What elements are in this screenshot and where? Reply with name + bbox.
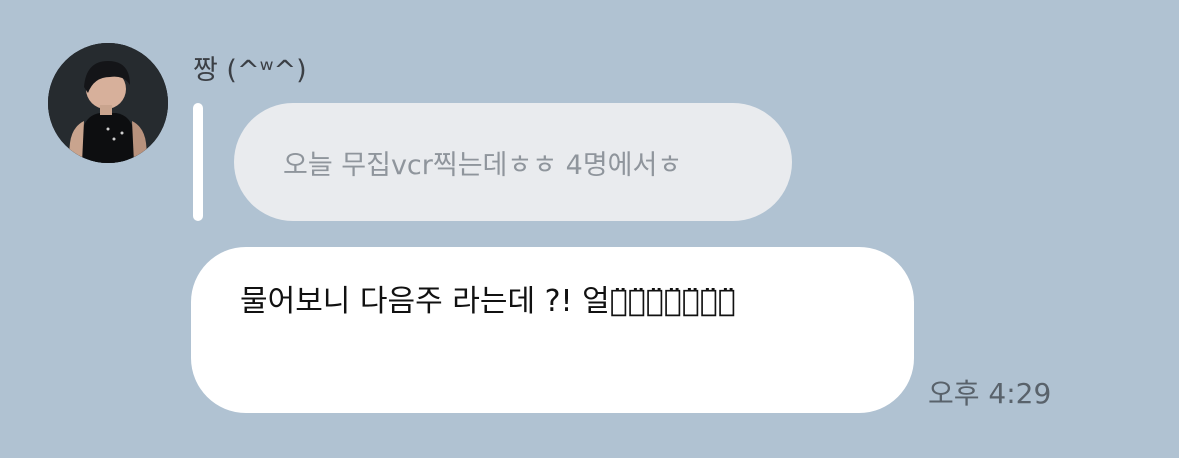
message-timestamp: 오후 4:29 [928, 377, 1052, 410]
avatar-photo [48, 43, 168, 163]
message-bubble[interactable]: 물어보니 다음주 라는데 ?! 얼ㅋ̈ㅋ̈ㅋ̈ㅋ̈ㅋ̈ㅋ̈ㅋ̈ [191, 247, 914, 413]
message-text: 물어보니 다음주 라는데 ?! 얼ㅋ̈ㅋ̈ㅋ̈ㅋ̈ㅋ̈ㅋ̈ㅋ̈ [240, 284, 736, 319]
quoted-message-bubble[interactable]: 오늘 무집vcr찍는데ㅎㅎ 4명에서ㅎ [234, 103, 792, 221]
quoted-message-text: 오늘 무집vcr찍는데ㅎㅎ 4명에서ㅎ [283, 149, 683, 181]
sender-avatar[interactable] [48, 43, 168, 163]
reply-indicator-bar [193, 103, 203, 221]
sender-name: 짱 (^ʷ^) [193, 55, 307, 86]
